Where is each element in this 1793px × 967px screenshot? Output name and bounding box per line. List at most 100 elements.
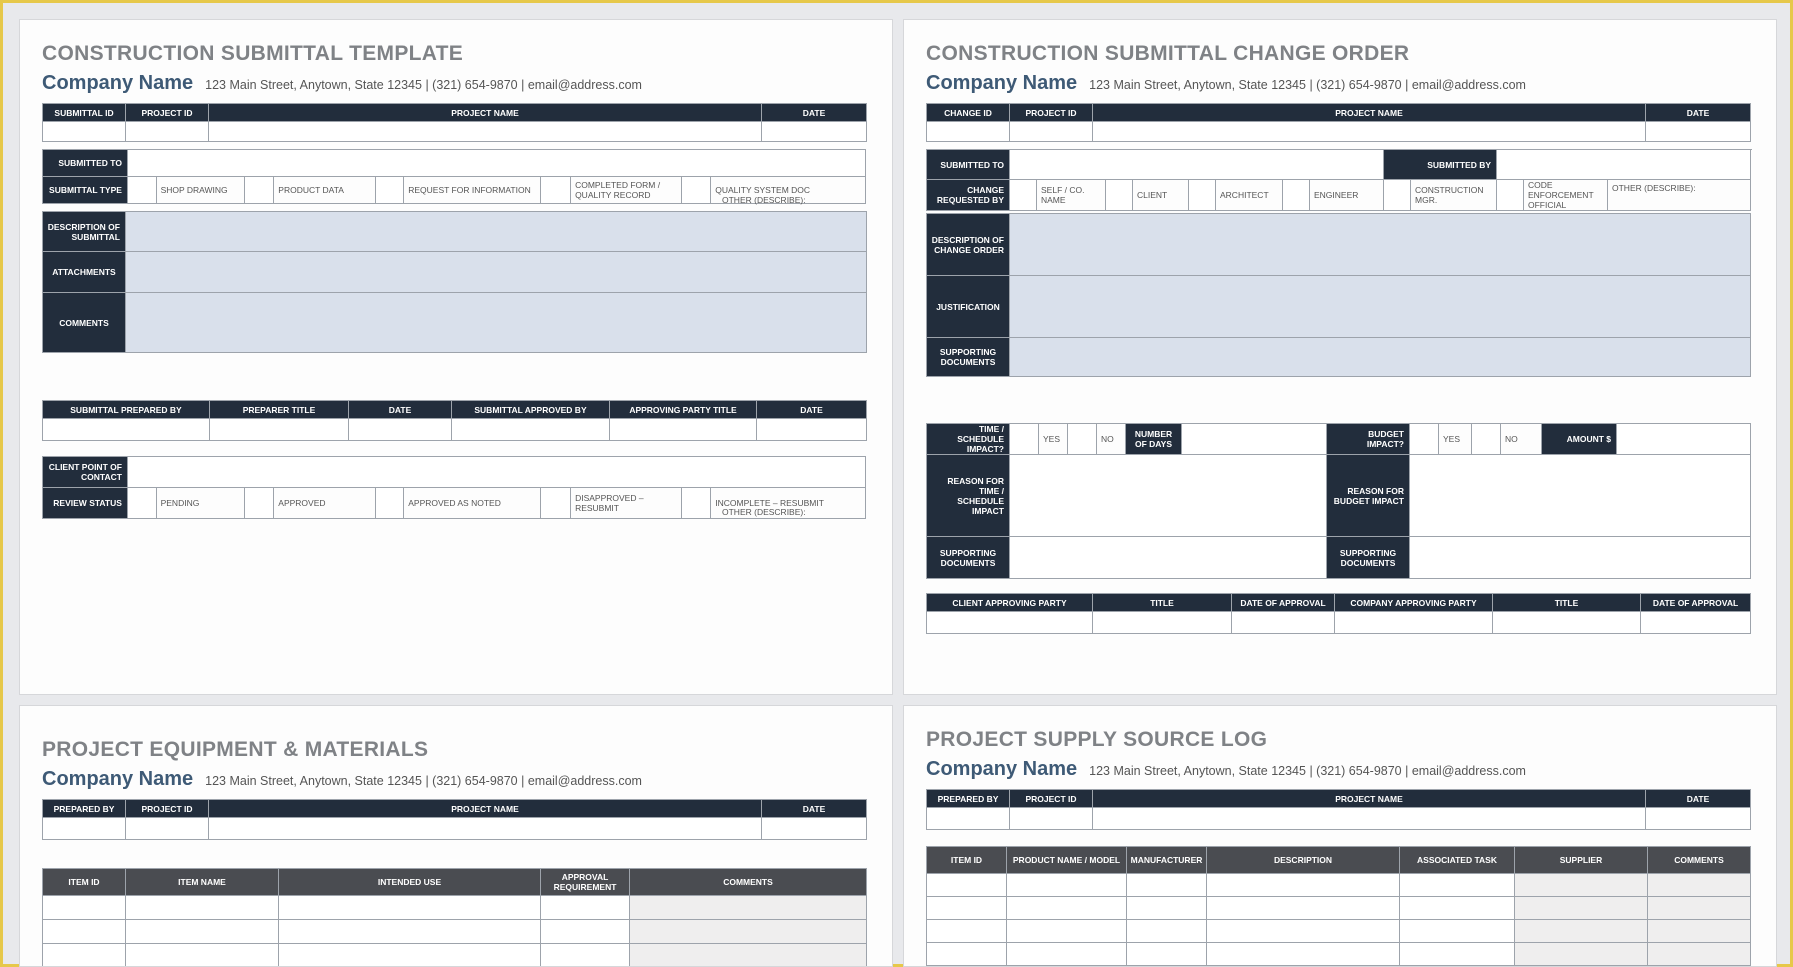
table-cell[interactable] <box>1006 873 1127 897</box>
checkbox[interactable] <box>1471 423 1501 455</box>
project-name-cell[interactable] <box>208 817 762 840</box>
table-cell[interactable] <box>1006 919 1127 943</box>
table-cell[interactable] <box>42 919 126 944</box>
table-cell[interactable] <box>926 896 1007 920</box>
table-cell[interactable] <box>1399 873 1515 897</box>
description-field[interactable] <box>1009 213 1751 276</box>
preparer-title-cell[interactable] <box>209 418 349 441</box>
comments-field[interactable] <box>125 292 867 353</box>
table-cell[interactable] <box>1006 942 1127 966</box>
description-field[interactable] <box>125 211 867 252</box>
number-of-days-field[interactable] <box>1181 423 1327 455</box>
submitted-to-field[interactable] <box>126 149 867 177</box>
approved-date-cell[interactable] <box>756 418 867 441</box>
table-cell[interactable] <box>1126 919 1207 943</box>
table-cell[interactable] <box>1206 919 1400 943</box>
reason-budget-field[interactable] <box>1409 454 1751 537</box>
supporting-docs-time-field[interactable] <box>1009 536 1327 579</box>
approved-by-cell[interactable] <box>451 418 610 441</box>
table-cell[interactable] <box>926 919 1007 943</box>
checkbox[interactable] <box>243 487 275 519</box>
client-poc-field[interactable] <box>126 456 867 488</box>
checkbox[interactable] <box>1067 423 1097 455</box>
checkbox[interactable] <box>1009 179 1037 211</box>
project-name-cell[interactable] <box>1092 121 1646 142</box>
table-cell[interactable] <box>42 895 126 920</box>
checkbox[interactable] <box>126 487 157 519</box>
checkbox[interactable] <box>1009 423 1039 455</box>
client-approving-cell[interactable] <box>926 611 1093 634</box>
prepared-by-cell[interactable] <box>42 817 126 840</box>
table-cell[interactable] <box>1647 919 1751 943</box>
table-cell[interactable] <box>1206 942 1400 966</box>
table-cell[interactable] <box>629 943 867 966</box>
attachments-field[interactable] <box>125 251 867 293</box>
table-cell[interactable] <box>278 943 541 966</box>
table-cell[interactable] <box>1647 896 1751 920</box>
table-cell[interactable] <box>540 895 630 920</box>
project-id-cell[interactable] <box>1009 807 1093 830</box>
project-id-cell[interactable] <box>1009 121 1093 142</box>
submittal-id-cell[interactable] <box>42 121 126 142</box>
table-cell[interactable] <box>278 919 541 944</box>
supporting-docs-budget-field[interactable] <box>1409 536 1751 579</box>
checkbox[interactable] <box>1496 179 1524 211</box>
table-cell[interactable] <box>1126 942 1207 966</box>
checkbox[interactable] <box>374 176 405 204</box>
company-title-cell[interactable] <box>1492 611 1641 634</box>
reason-time-field[interactable] <box>1009 454 1327 537</box>
checkbox[interactable] <box>1383 179 1411 211</box>
checkbox[interactable] <box>1188 179 1216 211</box>
table-cell[interactable] <box>540 943 630 966</box>
project-name-cell[interactable] <box>208 121 762 142</box>
table-cell[interactable] <box>629 895 867 920</box>
table-cell[interactable] <box>1514 873 1648 897</box>
checkbox[interactable] <box>374 487 405 519</box>
table-cell[interactable] <box>1514 896 1648 920</box>
client-title-cell[interactable] <box>1092 611 1232 634</box>
table-cell[interactable] <box>1399 942 1515 966</box>
table-cell[interactable] <box>125 919 279 944</box>
checkbox[interactable] <box>1105 179 1133 211</box>
checkbox[interactable] <box>680 487 712 519</box>
justification-field[interactable] <box>1009 275 1751 338</box>
table-cell[interactable] <box>1206 873 1400 897</box>
table-cell[interactable] <box>1399 919 1515 943</box>
table-cell[interactable] <box>926 942 1007 966</box>
date-cell[interactable] <box>761 817 867 840</box>
table-cell[interactable] <box>629 919 867 944</box>
project-id-cell[interactable] <box>125 121 209 142</box>
change-id-cell[interactable] <box>926 121 1010 142</box>
submitted-by-field[interactable] <box>1496 149 1751 180</box>
table-cell[interactable] <box>42 943 126 966</box>
checkbox[interactable] <box>680 176 712 204</box>
date-cell[interactable] <box>1645 807 1751 830</box>
table-cell[interactable] <box>1647 873 1751 897</box>
company-approving-cell[interactable] <box>1334 611 1493 634</box>
table-cell[interactable] <box>278 895 541 920</box>
project-name-cell[interactable] <box>1092 807 1646 830</box>
table-cell[interactable] <box>1206 896 1400 920</box>
prepared-by-cell[interactable] <box>926 807 1010 830</box>
table-cell[interactable] <box>926 873 1007 897</box>
client-date-cell[interactable] <box>1231 611 1335 634</box>
checkbox[interactable] <box>1409 423 1439 455</box>
table-cell[interactable] <box>1514 942 1648 966</box>
table-cell[interactable] <box>1126 896 1207 920</box>
table-cell[interactable] <box>125 895 279 920</box>
amount-field[interactable] <box>1616 423 1751 455</box>
date-cell[interactable] <box>761 121 867 142</box>
checkbox[interactable] <box>243 176 275 204</box>
table-cell[interactable] <box>1006 896 1127 920</box>
table-cell[interactable] <box>1514 919 1648 943</box>
date-cell[interactable] <box>1645 121 1751 142</box>
table-cell[interactable] <box>540 919 630 944</box>
submitted-to-field[interactable] <box>1009 149 1384 180</box>
prepared-by-cell[interactable] <box>42 418 210 441</box>
supporting-docs-field[interactable] <box>1009 337 1751 377</box>
table-cell[interactable] <box>1126 873 1207 897</box>
table-cell[interactable] <box>1647 942 1751 966</box>
company-date-cell[interactable] <box>1640 611 1751 634</box>
approver-title-cell[interactable] <box>609 418 757 441</box>
project-id-cell[interactable] <box>125 817 209 840</box>
